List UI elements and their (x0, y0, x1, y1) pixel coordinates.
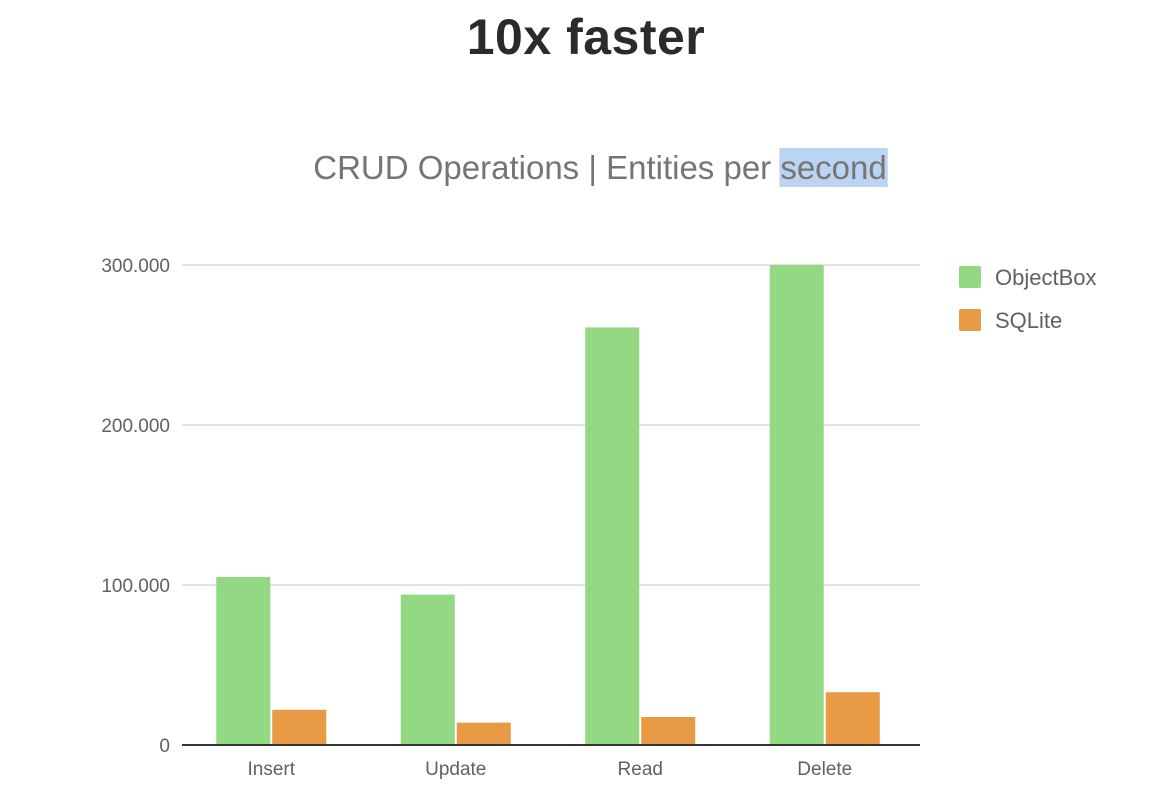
y-tick-label: 200.000 (101, 416, 170, 437)
y-tick-label: 0 (159, 736, 170, 757)
bar-objectbox-delete (769, 265, 824, 745)
legend-swatch (959, 309, 981, 331)
legend: ObjectBox SQLite (959, 265, 1097, 333)
chart-title-text: CRUD Operations | Entities per second (313, 149, 887, 186)
legend-swatch (959, 266, 981, 288)
x-axis: Insert Update Read Delete (182, 744, 920, 780)
x-tick-label: Insert (247, 759, 295, 780)
chart-title: CRUD Operations | Entities per second (313, 148, 888, 187)
legend-label: SQLite (995, 308, 1062, 333)
bar-objectbox-read (585, 327, 640, 745)
bar-sqlite-read (641, 717, 696, 745)
bar-sqlite-insert (272, 709, 327, 745)
bar-sqlite-delete (825, 692, 880, 745)
bar-objectbox-update (400, 594, 455, 745)
bar-chart: CRUD Operations | Entities per second 0 1… (101, 148, 1097, 780)
chart-title-highlighted-word: second (780, 149, 886, 186)
y-tick-label: 100.000 (101, 576, 170, 597)
y-axis: 0 100.000 200.000 300.000 (101, 256, 170, 757)
bars (216, 265, 880, 745)
bar-objectbox-insert (216, 577, 271, 745)
x-tick-label: Delete (797, 759, 852, 780)
chart-title-prefix: CRUD Operations | Entities per (313, 149, 780, 186)
x-tick-label: Read (618, 759, 663, 780)
y-tick-label: 300.000 (101, 256, 170, 277)
legend-label: ObjectBox (995, 265, 1097, 290)
bar-sqlite-update (456, 722, 511, 745)
x-tick-label: Update (425, 759, 486, 780)
